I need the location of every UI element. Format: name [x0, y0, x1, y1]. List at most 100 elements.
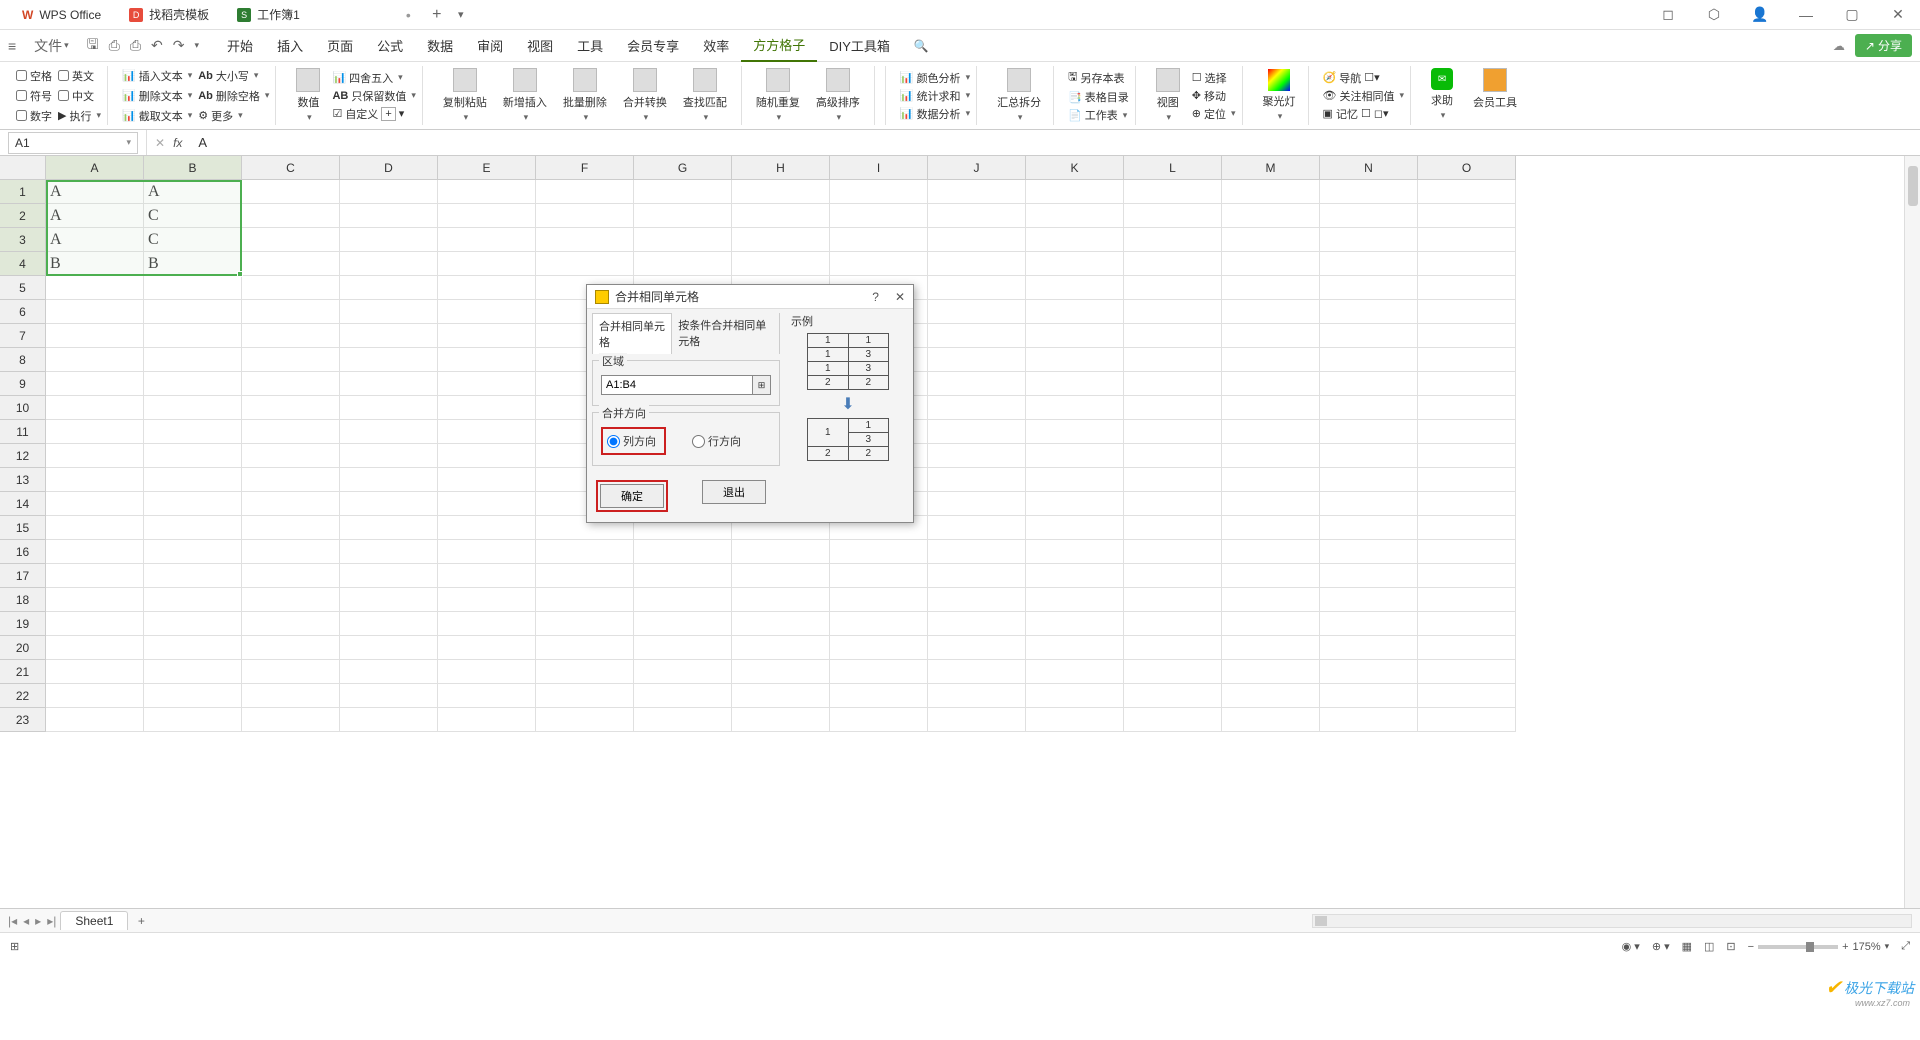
cell-B7[interactable]: [144, 324, 242, 348]
cell-G23[interactable]: [634, 708, 732, 732]
cell-D3[interactable]: [340, 228, 438, 252]
menu-icon[interactable]: ≡: [8, 38, 16, 54]
cell-O23[interactable]: [1418, 708, 1516, 732]
cell-A1[interactable]: A: [46, 180, 144, 204]
cell-A10[interactable]: [46, 396, 144, 420]
save-sheet-btn[interactable]: 🖫 另存本表: [1068, 68, 1129, 87]
cell-O21[interactable]: [1418, 660, 1516, 684]
cell-J16[interactable]: [928, 540, 1026, 564]
cell-K20[interactable]: [1026, 636, 1124, 660]
ribbon-big-5[interactable]: 随机重复: [750, 66, 806, 125]
row-header-17[interactable]: 17: [0, 564, 46, 588]
cell-E5[interactable]: [438, 276, 536, 300]
col-header-J[interactable]: J: [928, 156, 1026, 180]
view-break-icon[interactable]: ⊡: [1726, 940, 1735, 953]
cube-icon[interactable]: ⬡: [1700, 1, 1728, 29]
titlebar-tab-workbook[interactable]: S 工作簿1 •: [223, 1, 425, 29]
cell-M16[interactable]: [1222, 540, 1320, 564]
cell-M9[interactable]: [1222, 372, 1320, 396]
target-icon[interactable]: ⊕ ▾: [1652, 940, 1670, 953]
cell-F16[interactable]: [536, 540, 634, 564]
cell-J22[interactable]: [928, 684, 1026, 708]
cell-N18[interactable]: [1320, 588, 1418, 612]
row-header-8[interactable]: 8: [0, 348, 46, 372]
cell-J9[interactable]: [928, 372, 1026, 396]
cell-J21[interactable]: [928, 660, 1026, 684]
cell-E13[interactable]: [438, 468, 536, 492]
cell-E16[interactable]: [438, 540, 536, 564]
cell-L13[interactable]: [1124, 468, 1222, 492]
cell-M19[interactable]: [1222, 612, 1320, 636]
cell-O15[interactable]: [1418, 516, 1516, 540]
stat-sum-btn[interactable]: 📊 统计求和: [900, 88, 970, 104]
col-header-L[interactable]: L: [1124, 156, 1222, 180]
cell-B13[interactable]: [144, 468, 242, 492]
cell-C14[interactable]: [242, 492, 340, 516]
cell-D21[interactable]: [340, 660, 438, 684]
menu-item-审阅[interactable]: 审阅: [465, 30, 515, 62]
cell-M11[interactable]: [1222, 420, 1320, 444]
cell-B1[interactable]: A: [144, 180, 242, 204]
col-header-E[interactable]: E: [438, 156, 536, 180]
file-menu[interactable]: 文件 ▾: [26, 36, 77, 56]
cell-L14[interactable]: [1124, 492, 1222, 516]
numeric-big-btn[interactable]: 数值: [290, 66, 326, 125]
cell-M8[interactable]: [1222, 348, 1320, 372]
sheet-nav-last[interactable]: ▸|: [47, 914, 56, 928]
row-header-14[interactable]: 14: [0, 492, 46, 516]
check-cn[interactable]: 中文: [58, 88, 94, 104]
cell-O17[interactable]: [1418, 564, 1516, 588]
cell-M10[interactable]: [1222, 396, 1320, 420]
col-header-A[interactable]: A: [46, 156, 144, 180]
cell-M12[interactable]: [1222, 444, 1320, 468]
check-symbol[interactable]: 符号: [16, 88, 52, 104]
cell-L23[interactable]: [1124, 708, 1222, 732]
help-btn[interactable]: ✉求助: [1425, 66, 1459, 125]
cell-C13[interactable]: [242, 468, 340, 492]
cell-D7[interactable]: [340, 324, 438, 348]
cell-B20[interactable]: [144, 636, 242, 660]
cell-L4[interactable]: [1124, 252, 1222, 276]
cell-N17[interactable]: [1320, 564, 1418, 588]
cell-M13[interactable]: [1222, 468, 1320, 492]
cell-L10[interactable]: [1124, 396, 1222, 420]
row-header-18[interactable]: 18: [0, 588, 46, 612]
cell-I21[interactable]: [830, 660, 928, 684]
cell-B4[interactable]: B: [144, 252, 242, 276]
print-preview-icon[interactable]: ⎙: [130, 37, 141, 54]
cell-M23[interactable]: [1222, 708, 1320, 732]
cell-E18[interactable]: [438, 588, 536, 612]
ribbon-big-4[interactable]: 查找匹配: [677, 66, 733, 125]
cell-N13[interactable]: [1320, 468, 1418, 492]
titlebar-tab-template[interactable]: D 找稻壳模板: [115, 1, 223, 29]
cell-N16[interactable]: [1320, 540, 1418, 564]
horizontal-scrollbar[interactable]: [1312, 914, 1912, 928]
cell-L1[interactable]: [1124, 180, 1222, 204]
cell-J11[interactable]: [928, 420, 1026, 444]
check-space[interactable]: 空格: [16, 68, 52, 84]
formula-input[interactable]: A: [190, 130, 1920, 155]
cell-A8[interactable]: [46, 348, 144, 372]
cell-C2[interactable]: [242, 204, 340, 228]
vertical-scrollbar[interactable]: [1904, 156, 1920, 908]
cell-O4[interactable]: [1418, 252, 1516, 276]
col-header-M[interactable]: M: [1222, 156, 1320, 180]
cell-N1[interactable]: [1320, 180, 1418, 204]
more-btn[interactable]: ⚙ 更多: [198, 108, 242, 124]
qa-dropdown-icon[interactable]: ▾: [195, 40, 200, 51]
cell-B5[interactable]: [144, 276, 242, 300]
cell-K2[interactable]: [1026, 204, 1124, 228]
cell-E15[interactable]: [438, 516, 536, 540]
cell-G4[interactable]: [634, 252, 732, 276]
cell-O18[interactable]: [1418, 588, 1516, 612]
cell-M17[interactable]: [1222, 564, 1320, 588]
cell-K23[interactable]: [1026, 708, 1124, 732]
cell-N21[interactable]: [1320, 660, 1418, 684]
row-header-12[interactable]: 12: [0, 444, 46, 468]
cell-A11[interactable]: [46, 420, 144, 444]
cell-K19[interactable]: [1026, 612, 1124, 636]
locate-btn[interactable]: ⊕ 定位: [1192, 106, 1236, 122]
ok-button[interactable]: 确定: [600, 484, 664, 508]
cell-B11[interactable]: [144, 420, 242, 444]
memory-btn[interactable]: ▣ 记忆 ☐ ◻▾: [1323, 106, 1405, 122]
